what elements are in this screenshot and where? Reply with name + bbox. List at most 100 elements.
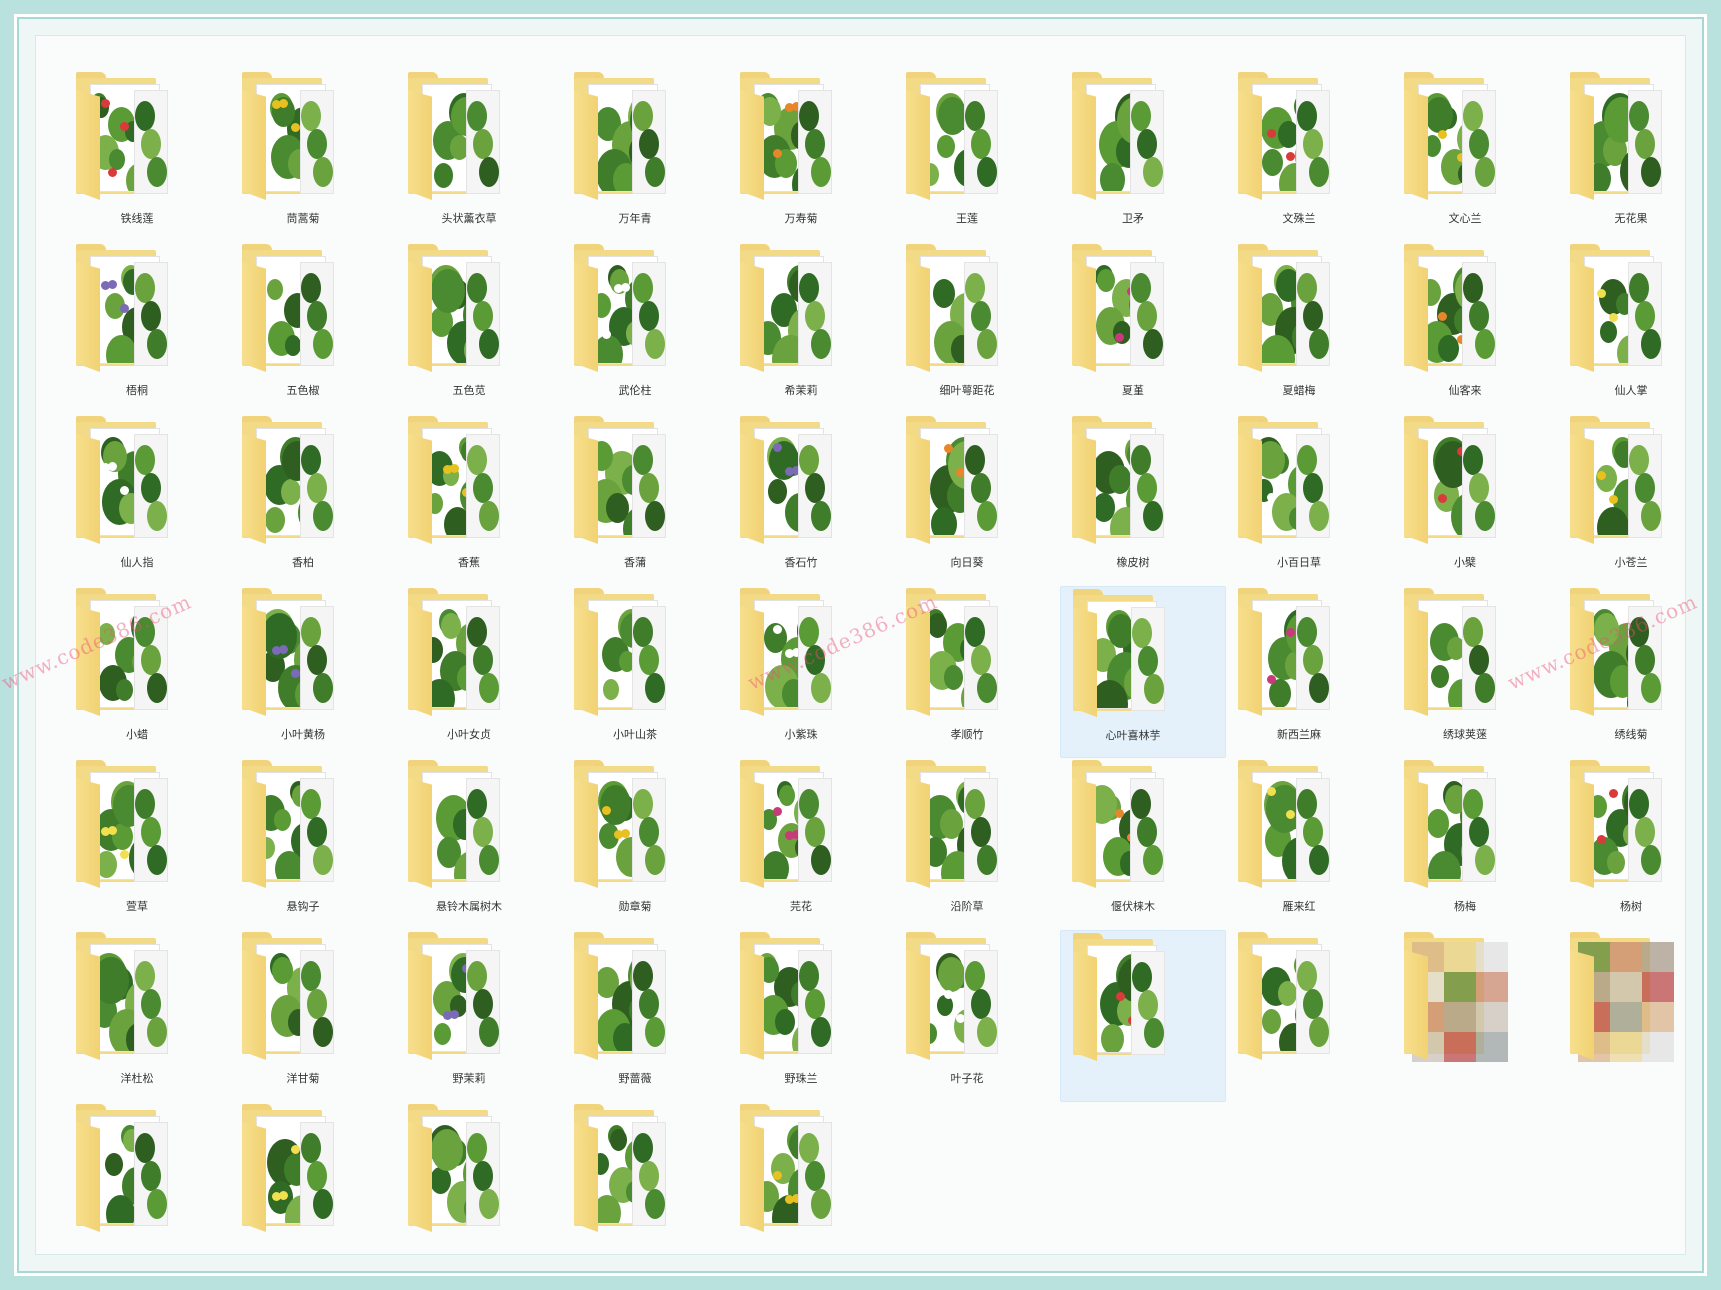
- plant-thumbnail-second: [1462, 434, 1496, 538]
- folder-front-icon: [1404, 950, 1428, 1060]
- folder-item[interactable]: 香蕉: [396, 414, 562, 586]
- folder-item[interactable]: 五色苋: [396, 242, 562, 414]
- folder-item[interactable]: 小叶女贞: [396, 586, 562, 758]
- folder-item[interactable]: 文心兰: [1392, 70, 1558, 242]
- folder-item[interactable]: [1392, 930, 1558, 1102]
- flower-shape: [279, 99, 288, 108]
- folder-item[interactable]: 杨树: [1558, 758, 1721, 930]
- plant-foliage-shape: [639, 473, 659, 503]
- plant-foliage-shape: [1469, 645, 1489, 675]
- folder-item[interactable]: 王莲: [894, 70, 1060, 242]
- folder-item[interactable]: 铁线莲: [64, 70, 230, 242]
- flower-shape: [1597, 289, 1606, 298]
- folder-item[interactable]: 新西兰麻: [1226, 586, 1392, 758]
- plant-foliage-shape: [633, 961, 653, 991]
- folder-item[interactable]: 萱草: [64, 758, 230, 930]
- plant-thumbnail-second: [798, 434, 832, 538]
- folder-item[interactable]: 悬铃木属树木: [396, 758, 562, 930]
- folder-item[interactable]: 茼蒿菊: [230, 70, 396, 242]
- folder-item[interactable]: 无花果: [1558, 70, 1721, 242]
- folder-label: 小蜡: [126, 728, 148, 741]
- folder-item[interactable]: 香柏: [230, 414, 396, 586]
- folder-label: 香蒲: [624, 556, 646, 569]
- folder-label: 绣球荚蒾: [1443, 728, 1487, 741]
- folder-grid: 铁线莲 茼蒿菊 头状薰衣草 万年青 万寿菊 王莲 卫矛 文殊兰 文心兰 无花果梧桐 五色椒 五色苋 武伦…: [64, 70, 1721, 1274]
- folder-label: 杨梅: [1454, 900, 1476, 913]
- plant-thumbnail-second: [1130, 90, 1164, 194]
- folder-item[interactable]: 万年青: [562, 70, 728, 242]
- plant-thumbnail-second: [798, 90, 832, 194]
- folder-item[interactable]: 小百日草: [1226, 414, 1392, 586]
- folder-item[interactable]: 橡皮树: [1060, 414, 1226, 586]
- folder-item[interactable]: 小檗: [1392, 414, 1558, 586]
- folder-front-icon: [408, 434, 432, 544]
- folder-item[interactable]: 向日葵: [894, 414, 1060, 586]
- folder-item[interactable]: 仙客来: [1392, 242, 1558, 414]
- plant-foliage-shape: [1475, 329, 1495, 359]
- folder-item[interactable]: 悬钩子: [230, 758, 396, 930]
- folder-item[interactable]: 仙人指: [64, 414, 230, 586]
- folder-item[interactable]: 勋章菊: [562, 758, 728, 930]
- flower-shape: [108, 462, 117, 471]
- folder-item[interactable]: 叶子花: [894, 930, 1060, 1102]
- folder-item[interactable]: 文殊兰: [1226, 70, 1392, 242]
- folder-item[interactable]: [1060, 930, 1226, 1102]
- folder-item[interactable]: 小叶山茶: [562, 586, 728, 758]
- folder-item[interactable]: 希茉莉: [728, 242, 894, 414]
- folder-front-icon: [740, 262, 764, 372]
- folder-item[interactable]: [562, 1102, 728, 1274]
- folder-item[interactable]: [396, 1102, 562, 1274]
- folder-item[interactable]: 头状薰衣草: [396, 70, 562, 242]
- plant-foliage-shape: [267, 279, 283, 300]
- plant-thumbnail-second: [1462, 90, 1496, 194]
- plant-foliage-shape: [645, 1189, 665, 1219]
- folder-item[interactable]: 洋杜松: [64, 930, 230, 1102]
- folder-label: 小叶女贞: [447, 728, 491, 741]
- folder-item[interactable]: [230, 1102, 396, 1274]
- folder-item[interactable]: 小苍兰: [1558, 414, 1721, 586]
- folder-item[interactable]: 野珠兰: [728, 930, 894, 1102]
- flower-shape: [1116, 992, 1125, 1001]
- folder-item[interactable]: 野蔷薇: [562, 930, 728, 1102]
- folder-item[interactable]: 洋甘菊: [230, 930, 396, 1102]
- plant-foliage-shape: [799, 789, 819, 819]
- folder-item[interactable]: 香蒲: [562, 414, 728, 586]
- pixelated-thumbnail-block: [1476, 1002, 1508, 1032]
- plant-thumbnail-second: [798, 262, 832, 366]
- plant-foliage-shape: [1144, 1018, 1164, 1048]
- folder-item[interactable]: 芫花: [728, 758, 894, 930]
- folder-item[interactable]: 偃伏梾木: [1060, 758, 1226, 930]
- folder-item[interactable]: 小叶黄杨: [230, 586, 396, 758]
- plant-foliage-shape: [1297, 445, 1317, 475]
- folder-item[interactable]: 仙人掌: [1558, 242, 1721, 414]
- folder-item[interactable]: 沿阶草: [894, 758, 1060, 930]
- folder-item[interactable]: 武伦柱: [562, 242, 728, 414]
- flower-shape: [1438, 130, 1447, 139]
- folder-label: 希茉莉: [784, 384, 818, 397]
- folder-item[interactable]: 卫矛: [1060, 70, 1226, 242]
- folder-item[interactable]: 细叶萼距花: [894, 242, 1060, 414]
- flower-shape: [1267, 675, 1276, 684]
- plant-foliage-shape: [799, 961, 819, 991]
- folder-item[interactable]: [64, 1102, 230, 1274]
- folder-item[interactable]: 五色椒: [230, 242, 396, 414]
- folder-item[interactable]: [728, 1102, 894, 1274]
- folder-item[interactable]: [1558, 930, 1721, 1102]
- folder-item[interactable]: 夏堇: [1060, 242, 1226, 414]
- folder-item[interactable]: 杨梅: [1392, 758, 1558, 930]
- folder-item[interactable]: 香石竹: [728, 414, 894, 586]
- folder-item[interactable]: 野茉莉: [396, 930, 562, 1102]
- plant-foliage-shape: [1635, 129, 1655, 159]
- folder-item[interactable]: 万寿菊: [728, 70, 894, 242]
- plant-foliage-shape: [1138, 990, 1158, 1020]
- folder-item[interactable]: 夏蜡梅: [1226, 242, 1392, 414]
- plant-foliage-shape: [603, 679, 619, 700]
- folder-item[interactable]: 梧桐: [64, 242, 230, 414]
- folder-item[interactable]: 雁来红: [1226, 758, 1392, 930]
- plant-foliage-shape: [1463, 617, 1483, 647]
- plant-foliage-shape: [977, 157, 997, 187]
- folder-item[interactable]: [1226, 930, 1392, 1102]
- folder-item[interactable]: 心叶喜林芋: [1060, 586, 1226, 758]
- folder-front-icon: [574, 606, 598, 716]
- folder-front-icon: [1404, 90, 1428, 200]
